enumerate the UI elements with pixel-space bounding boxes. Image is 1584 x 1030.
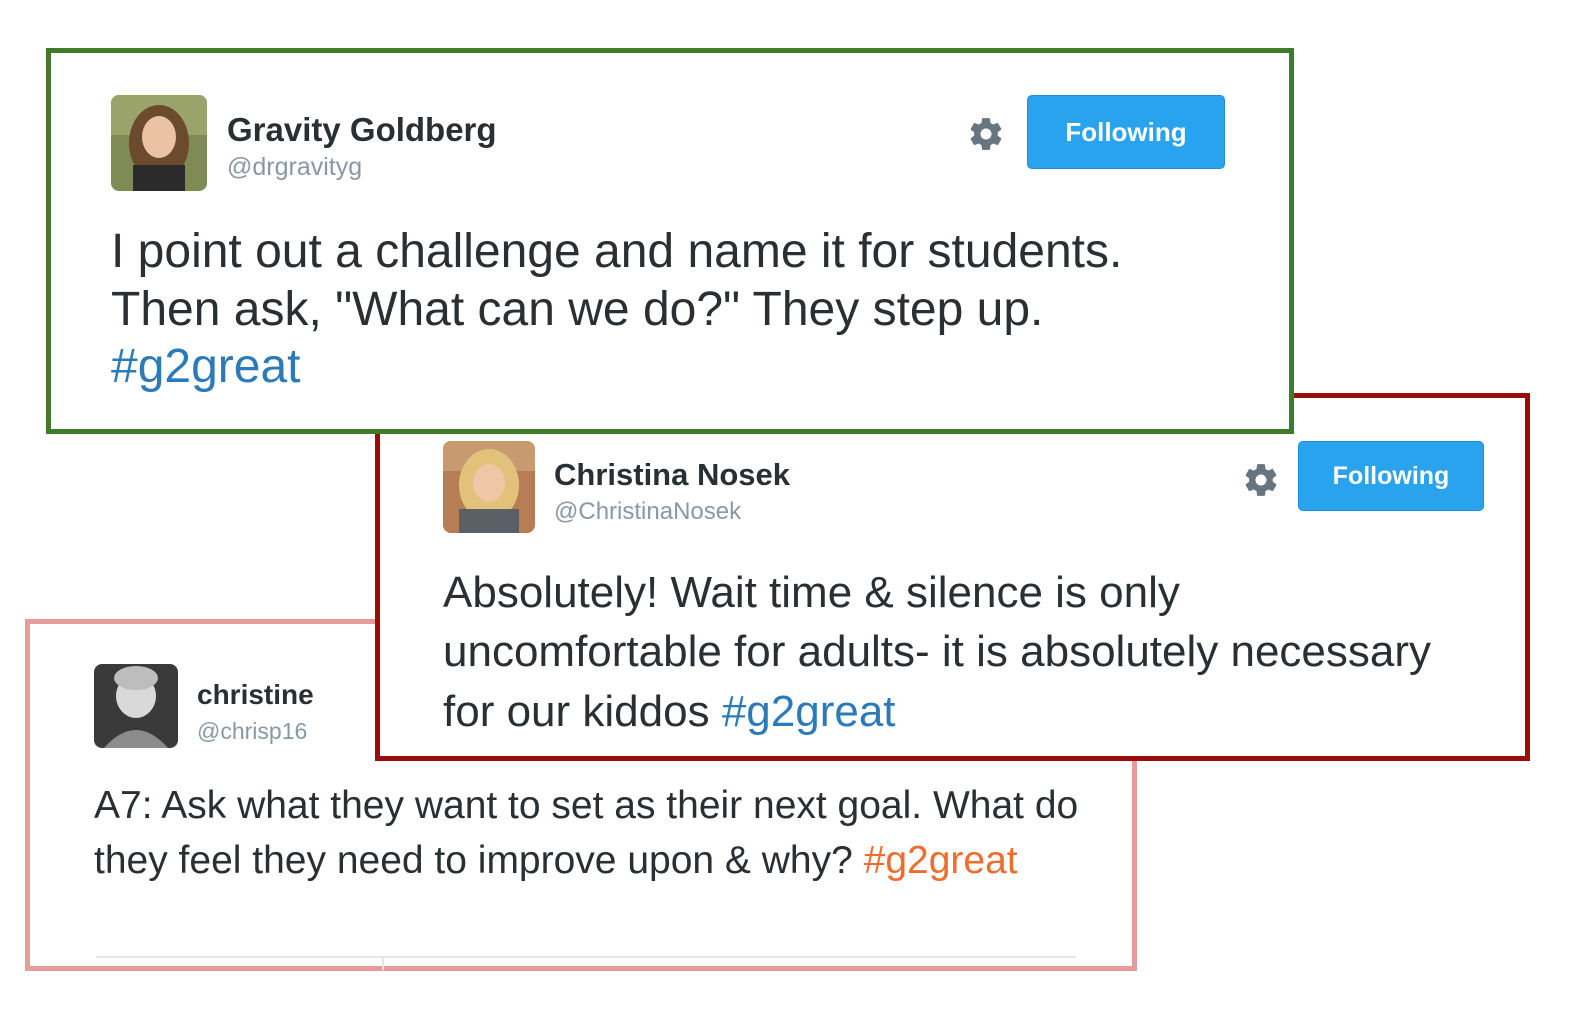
- avatar-image: [111, 95, 207, 191]
- avatar[interactable]: [111, 95, 207, 191]
- tweet-card-gravity-goldberg: Gravity Goldberg @drgravityg Following I…: [46, 48, 1294, 434]
- display-name[interactable]: Christina Nosek: [554, 457, 790, 493]
- display-name[interactable]: Gravity Goldberg: [227, 111, 497, 149]
- hashtag-link[interactable]: #g2great: [111, 340, 301, 393]
- tweet-body: I point out a challenge and name it for …: [111, 225, 1123, 336]
- tweet-text: I point out a challenge and name it for …: [111, 223, 1241, 396]
- gear-icon[interactable]: [967, 115, 1005, 153]
- following-button[interactable]: Following: [1027, 95, 1225, 169]
- avatar[interactable]: [94, 664, 178, 748]
- following-button[interactable]: Following: [1298, 441, 1484, 511]
- tweet-text: Absolutely! Wait time & silence is only …: [443, 563, 1443, 741]
- tweet-body: Absolutely! Wait time & silence is only …: [443, 568, 1432, 736]
- user-handle[interactable]: @ChristinaNosek: [554, 498, 741, 526]
- divider: [382, 956, 384, 970]
- gear-icon[interactable]: [1242, 461, 1280, 499]
- divider: [96, 956, 1076, 958]
- avatar-image: [443, 441, 535, 533]
- tweet-text: A7: Ask what they want to set as their n…: [94, 779, 1094, 888]
- tweet-card-christina-nosek: Christina Nosek @ChristinaNosek Followin…: [375, 393, 1530, 761]
- display-name[interactable]: christine: [197, 679, 314, 711]
- hashtag-link[interactable]: #g2great: [864, 839, 1018, 882]
- avatar[interactable]: [443, 441, 535, 533]
- avatar-image: [94, 664, 178, 748]
- hashtag-link[interactable]: #g2great: [722, 687, 896, 736]
- user-handle[interactable]: @chrisp16: [197, 718, 307, 745]
- user-handle[interactable]: @drgravityg: [227, 153, 362, 182]
